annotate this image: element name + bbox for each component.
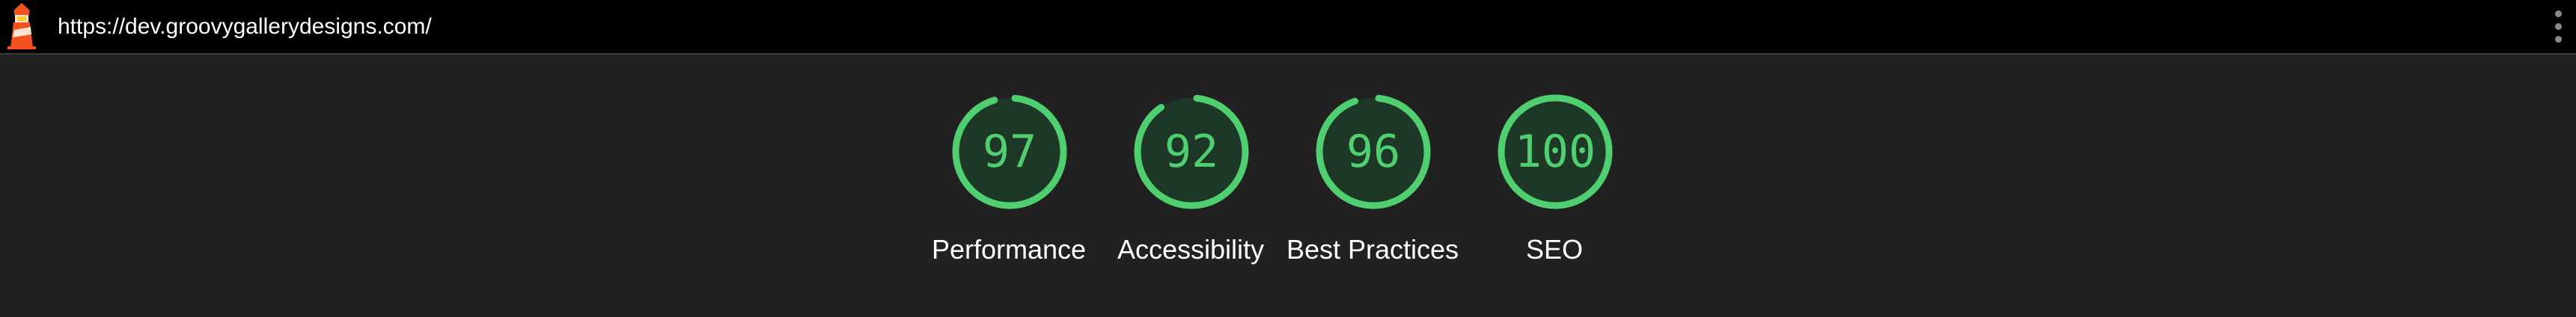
gauge-score: 100 [1514,126,1596,178]
report-url[interactable]: https://dev.groovygallerydesigns.com/ [58,12,432,42]
category-gauges: 97 Performance 92 Accessibility 96 Best … [0,55,2576,317]
gauge-best-practices[interactable]: 96 Best Practices [1283,55,1462,317]
gauge-label: Performance [931,234,1087,265]
gauge-label: Accessibility [1117,234,1265,265]
lighthouse-icon [7,3,36,49]
gauge-score: 96 [1346,126,1401,178]
gauge-performance[interactable]: 97 Performance [919,55,1099,317]
gauge-label: Best Practices [1286,234,1459,265]
report-header: https://dev.groovygallerydesigns.com/ [0,0,2576,55]
gauge-score: 97 [982,126,1037,178]
gauge-accessibility[interactable]: 92 Accessibility [1101,55,1281,317]
gauge-seo[interactable]: 100 SEO [1465,55,1644,317]
gauge-label: SEO [1525,234,1584,265]
more-vertical-icon[interactable] [2539,7,2576,46]
gauge-score: 92 [1164,126,1219,178]
